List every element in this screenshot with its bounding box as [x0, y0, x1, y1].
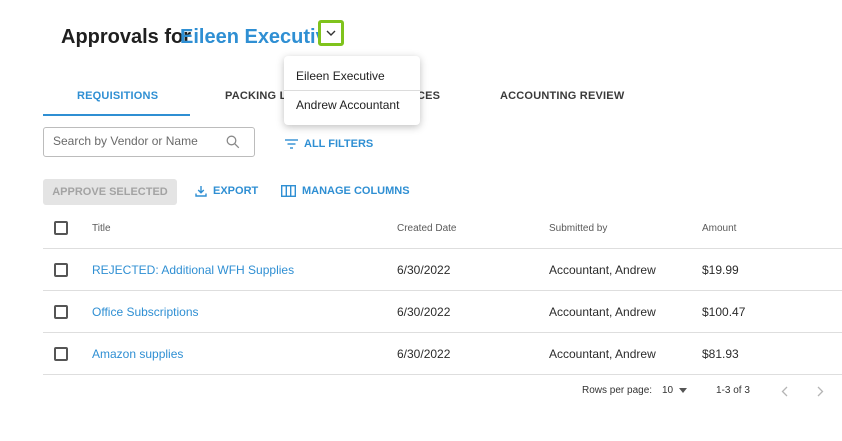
row-created-date: 6/30/2022	[397, 262, 451, 277]
next-page-icon[interactable]	[817, 386, 824, 397]
tab-requisitions[interactable]: REQUISITIONS	[77, 90, 158, 102]
approve-selected-button[interactable]: APPROVE SELECTED	[43, 179, 177, 205]
chevron-down-icon	[326, 30, 336, 36]
dropdown-divider	[284, 90, 420, 91]
rows-per-page-select[interactable]: 10	[662, 385, 688, 396]
table-row: Office Subscriptions 6/30/2022 Accountan…	[43, 291, 842, 333]
row-title-link[interactable]: Amazon supplies	[92, 333, 183, 374]
search-box	[43, 127, 255, 157]
user-dropdown-button[interactable]	[318, 20, 344, 46]
row-title-link[interactable]: Office Subscriptions	[92, 291, 199, 332]
table-header-row: Title Created Date Submitted by Amount	[43, 208, 842, 249]
manage-columns-button[interactable]: MANAGE COLUMNS	[281, 185, 410, 197]
selected-user[interactable]: Eileen Executive	[180, 26, 338, 49]
filter-icon	[285, 139, 298, 149]
row-created-date: 6/30/2022	[397, 304, 451, 319]
row-submitted-by: Accountant, Andrew	[549, 346, 656, 361]
column-header-title[interactable]: Title	[92, 208, 111, 248]
export-button[interactable]: EXPORT	[195, 185, 258, 197]
table-row: REJECTED: Additional WFH Supplies 6/30/2…	[43, 249, 842, 291]
row-amount: $100.47	[702, 304, 746, 319]
row-checkbox[interactable]	[54, 346, 68, 361]
row-checkbox[interactable]	[54, 262, 68, 277]
row-created-date: 6/30/2022	[397, 346, 451, 361]
all-filters-button[interactable]: ALL FILTERS	[285, 138, 373, 150]
user-dropdown-menu: Eileen Executive Andrew Accountant	[284, 56, 420, 125]
row-checkbox[interactable]	[54, 304, 68, 319]
dropdown-option-eileen-executive[interactable]: Eileen Executive	[296, 69, 385, 83]
tab-packing-lists[interactable]: PACKING L	[225, 90, 286, 102]
download-icon	[195, 186, 207, 197]
page-title: Approvals for	[61, 26, 192, 48]
rows-per-page-label: Rows per page:	[582, 385, 653, 396]
pagination: Rows per page: 10 1-3 of 3	[43, 380, 842, 404]
rows-per-page-value: 10	[662, 385, 674, 396]
row-amount: $81.93	[702, 346, 739, 361]
table-row: Amazon supplies 6/30/2022 Accountant, An…	[43, 333, 842, 375]
column-header-created-date[interactable]: Created Date	[397, 208, 456, 248]
manage-columns-label: MANAGE COLUMNS	[302, 185, 410, 197]
tab-bar: REQUISITIONS PACKING L CES ACCOUNTING RE…	[43, 80, 842, 116]
column-header-amount[interactable]: Amount	[702, 208, 736, 248]
approvals-table: Title Created Date Submitted by Amount R…	[43, 208, 842, 375]
column-header-submitted-by[interactable]: Submitted by	[549, 208, 607, 248]
row-title-link[interactable]: REJECTED: Additional WFH Supplies	[92, 249, 294, 290]
search-icon[interactable]	[226, 135, 240, 149]
dropdown-option-andrew-accountant[interactable]: Andrew Accountant	[296, 98, 399, 112]
row-submitted-by: Accountant, Andrew	[549, 304, 656, 319]
all-filters-label: ALL FILTERS	[304, 138, 374, 150]
previous-page-icon[interactable]	[781, 386, 788, 397]
active-tab-indicator	[43, 114, 190, 116]
row-submitted-by: Accountant, Andrew	[549, 262, 656, 277]
search-input[interactable]	[53, 134, 213, 148]
row-amount: $19.99	[702, 262, 739, 277]
page-range: 1-3 of 3	[716, 385, 750, 396]
caret-down-icon	[679, 388, 688, 393]
select-all-checkbox[interactable]	[54, 221, 68, 235]
tab-accounting-review[interactable]: ACCOUNTING REVIEW	[500, 90, 624, 102]
export-label: EXPORT	[213, 185, 259, 197]
tab-invoices[interactable]: CES	[417, 90, 440, 102]
columns-icon	[281, 185, 296, 197]
